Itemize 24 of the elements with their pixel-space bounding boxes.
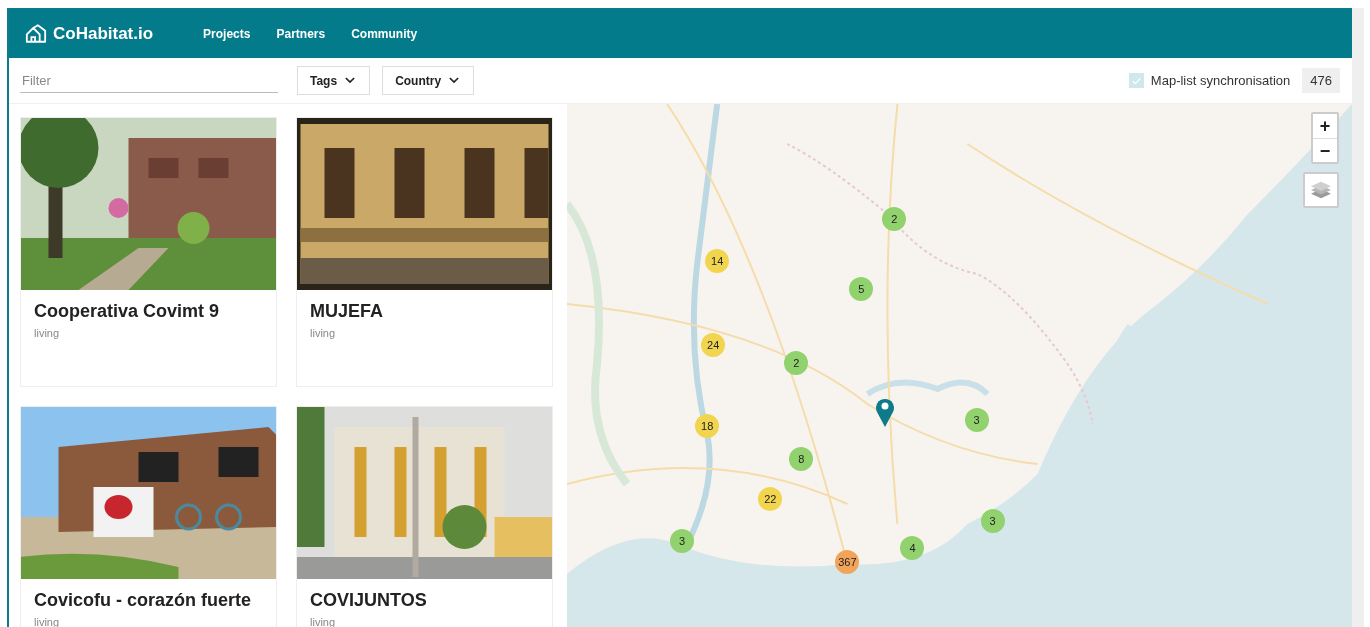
layers-button[interactable] bbox=[1303, 172, 1339, 208]
chevron-down-icon bbox=[449, 77, 460, 84]
dropdown-button[interactable]: Tags bbox=[297, 66, 371, 95]
sync-checkbox[interactable] bbox=[1128, 73, 1144, 88]
project-title: Cooperativa Covimt 9 bbox=[33, 300, 221, 322]
nav-link[interactable]: Partners bbox=[276, 26, 326, 41]
nav-link[interactable]: Community bbox=[351, 26, 418, 41]
house-icon[interactable] bbox=[25, 24, 47, 43]
chevron-down-icon bbox=[345, 77, 356, 84]
checkmark-icon bbox=[1131, 76, 1141, 85]
project-title: COVIJUNTOS bbox=[309, 589, 428, 611]
nav-link[interactable]: Projects bbox=[203, 26, 251, 41]
dropdown-button[interactable]: Country bbox=[382, 66, 475, 95]
layers-icon bbox=[1310, 180, 1332, 200]
project-card[interactable]: MUJEFA living bbox=[296, 117, 553, 387]
map-pin-icon bbox=[875, 397, 895, 427]
project-title: MUJEFA bbox=[309, 300, 384, 322]
result-count: 476 bbox=[1302, 68, 1340, 93]
sync-label[interactable]: Map-list synchronisation bbox=[1150, 73, 1291, 88]
project-tag: living bbox=[297, 322, 552, 339]
project-card[interactable]: Cooperativa Covimt 9 living bbox=[20, 117, 277, 387]
project-title: Covicofu - corazón fuerte bbox=[33, 589, 253, 611]
brand-link[interactable]: CoHabitat.io bbox=[53, 23, 154, 44]
project-tag: living bbox=[21, 322, 276, 339]
